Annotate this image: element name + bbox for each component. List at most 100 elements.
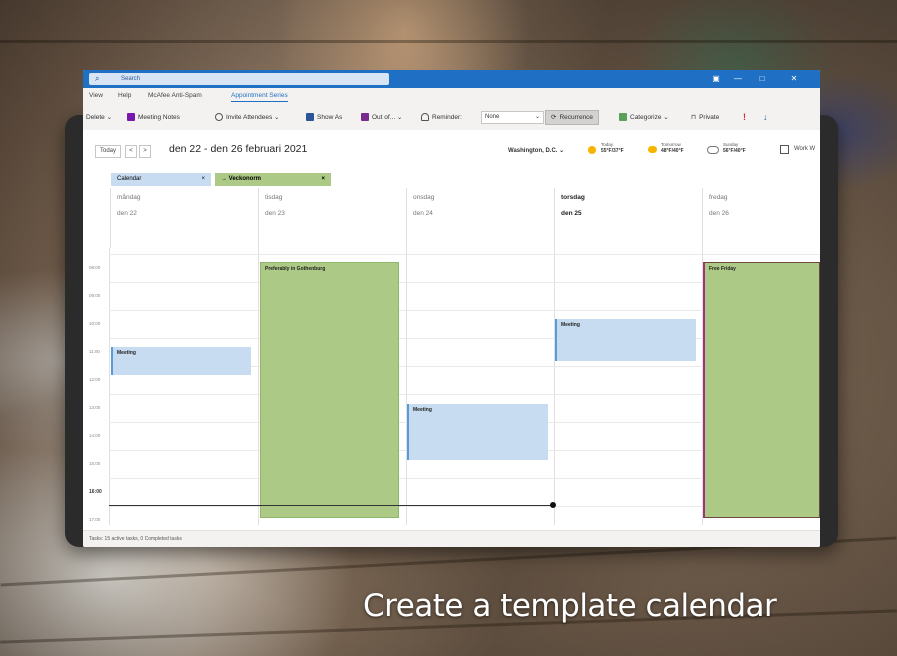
time-label: 14:00 — [89, 433, 101, 438]
status-bar: Tasks: 15 active tasks, 0 Completed task… — [83, 530, 820, 547]
event-meeting-thursday[interactable]: Meeting — [555, 319, 696, 361]
high-importance-button[interactable]: ! — [743, 111, 746, 124]
time-label: 09:00 — [89, 293, 101, 298]
lock-icon: ⊓ — [691, 114, 697, 121]
day-date: den 24 — [413, 210, 433, 217]
current-time-line — [109, 505, 552, 506]
low-importance-button[interactable]: ↓ — [763, 111, 768, 124]
time-label: 17:00 — [89, 517, 101, 522]
menu-appointment-series[interactable]: Appointment Series — [231, 92, 288, 102]
invite-attendees-label: Invite Attendees ⌄ — [226, 114, 280, 121]
person-icon — [215, 113, 223, 122]
out-of-label: Out of... ⌄ — [372, 114, 403, 121]
day-header-tuesday: tisdag den 23 — [258, 188, 407, 248]
day-header-monday: måndag den 22 — [110, 188, 259, 248]
weather-sunday: Sunday 56°F/40°F — [723, 142, 746, 154]
event-meeting-wednesday[interactable]: Meeting — [407, 404, 548, 460]
private-label: Private — [699, 114, 720, 121]
weather-tomorrow: Tomorrow 48°F/40°F — [661, 142, 684, 154]
tab-veckonorm[interactable]: → Veckonorm × — [215, 173, 331, 186]
onenote-icon — [127, 113, 135, 122]
tab-calendar[interactable]: Calendar × — [111, 173, 211, 186]
calendar-nav: Today < > den 22 - den 26 februari 2021 … — [83, 130, 820, 170]
weather-day: Tomorrow — [661, 142, 681, 147]
maximize-button[interactable]: □ — [755, 72, 769, 86]
recurrence-icon: ⟳ — [551, 114, 557, 121]
app-icon[interactable]: ▣ — [709, 72, 723, 86]
current-time-dot — [550, 502, 556, 508]
work-week-button[interactable]: Work W — [794, 146, 815, 152]
reminder-label-group: Reminder: — [421, 111, 462, 124]
day-date: den 26 — [709, 210, 729, 217]
day-header-wednesday: onsdag den 24 — [406, 188, 555, 248]
day-name: tisdag — [265, 194, 283, 201]
calendar-grid[interactable]: 08:00 09:00 10:00 11:00 12:00 13:00 14:0… — [83, 248, 820, 525]
sun-icon — [588, 146, 596, 154]
cloud-icon — [707, 146, 719, 154]
out-of-office-icon — [361, 113, 369, 122]
search-box[interactable]: ⌕ Search — [89, 73, 389, 85]
time-label: 15:00 — [89, 461, 101, 466]
delete-label: Delete ⌄ — [86, 114, 113, 121]
day-header-thursday: torsdag den 25 — [554, 188, 703, 248]
today-button[interactable]: Today — [95, 145, 121, 158]
categorize-button[interactable]: Categorize ⌄ — [619, 111, 669, 124]
day-name: måndag — [117, 194, 141, 201]
current-time-label: 16:00 — [89, 489, 102, 495]
weather-temp: 56°F/40°F — [723, 148, 746, 154]
time-label: 13:00 — [89, 405, 101, 410]
event-free-friday[interactable]: Free Friday — [703, 262, 820, 518]
categorize-icon — [619, 113, 627, 122]
day-name: fredag — [709, 194, 728, 201]
weather-temp: 48°F/40°F — [661, 148, 684, 154]
video-caption: Create a template calendar — [363, 588, 777, 624]
meeting-notes-label: Meeting Notes — [138, 114, 180, 121]
calendar-view-icon[interactable] — [780, 145, 789, 154]
partly-sunny-icon — [648, 146, 657, 153]
date-range-title: den 22 - den 26 februari 2021 — [169, 143, 308, 155]
tab-label: Veckonorm — [228, 176, 262, 182]
tab-close-icon[interactable]: × — [321, 173, 325, 186]
calendar-tabs: Calendar × → Veckonorm × — [83, 170, 820, 188]
location-selector[interactable]: Washington, D.C. ⌄ — [508, 147, 564, 154]
weather-today: Today 55°F/37°F — [601, 142, 624, 154]
tab-close-icon[interactable]: × — [201, 173, 205, 186]
categorize-label: Categorize ⌄ — [630, 114, 669, 121]
recurrence-label: Recurrence — [559, 114, 594, 121]
weather-day: Today — [601, 142, 614, 147]
out-of-office-button[interactable]: Out of... ⌄ — [361, 111, 402, 124]
show-as-button[interactable]: Show As — [306, 111, 342, 124]
close-button[interactable]: ✕ — [787, 72, 801, 86]
time-label: 10:00 — [89, 321, 101, 326]
menu-help[interactable]: Help — [118, 92, 131, 99]
show-as-label: Show As — [317, 114, 343, 121]
day-name: torsdag — [561, 194, 585, 201]
chevron-down-icon: ⌄ — [534, 114, 540, 120]
event-meeting-monday[interactable]: Meeting — [111, 347, 251, 375]
day-date: den 25 — [561, 210, 582, 217]
title-bar: ⌕ Search ▣ — □ ✕ — [83, 70, 820, 88]
private-button[interactable]: ⊓ Private — [691, 111, 719, 124]
invite-attendees-button[interactable]: Invite Attendees ⌄ — [215, 111, 280, 124]
menu-mcafee[interactable]: McAfee Anti-Spam — [148, 92, 202, 99]
meeting-notes-button[interactable]: Meeting Notes — [127, 111, 180, 124]
menu-view[interactable]: View — [89, 92, 103, 99]
recurrence-button[interactable]: ⟳ Recurrence — [545, 110, 600, 125]
status-text: Tasks: 15 active tasks, 0 Completed task… — [89, 536, 182, 542]
delete-button[interactable]: Delete ⌄ — [86, 111, 112, 124]
day-header-friday: fredag den 26 — [702, 188, 820, 248]
time-label: 12:00 — [89, 377, 101, 382]
next-button[interactable]: > — [139, 145, 151, 158]
event-preferably-gothenburg[interactable]: Preferably in Gothenburg — [260, 262, 399, 518]
weather-temp: 55°F/37°F — [601, 148, 624, 154]
reminder-select[interactable]: None ⌄ — [481, 111, 544, 124]
time-label: 11:00 — [89, 349, 100, 354]
previous-button[interactable]: < — [125, 145, 137, 158]
bell-icon — [421, 113, 429, 122]
show-as-icon — [306, 113, 314, 122]
weather-day: Sunday — [723, 142, 739, 147]
minimize-button[interactable]: — — [731, 72, 745, 86]
outlook-window: ⌕ Search ▣ — □ ✕ View Help McAfee Anti-S… — [83, 70, 820, 547]
menu-bar: View Help McAfee Anti-Spam Appointment S… — [83, 88, 820, 104]
search-placeholder: Search — [121, 76, 141, 82]
